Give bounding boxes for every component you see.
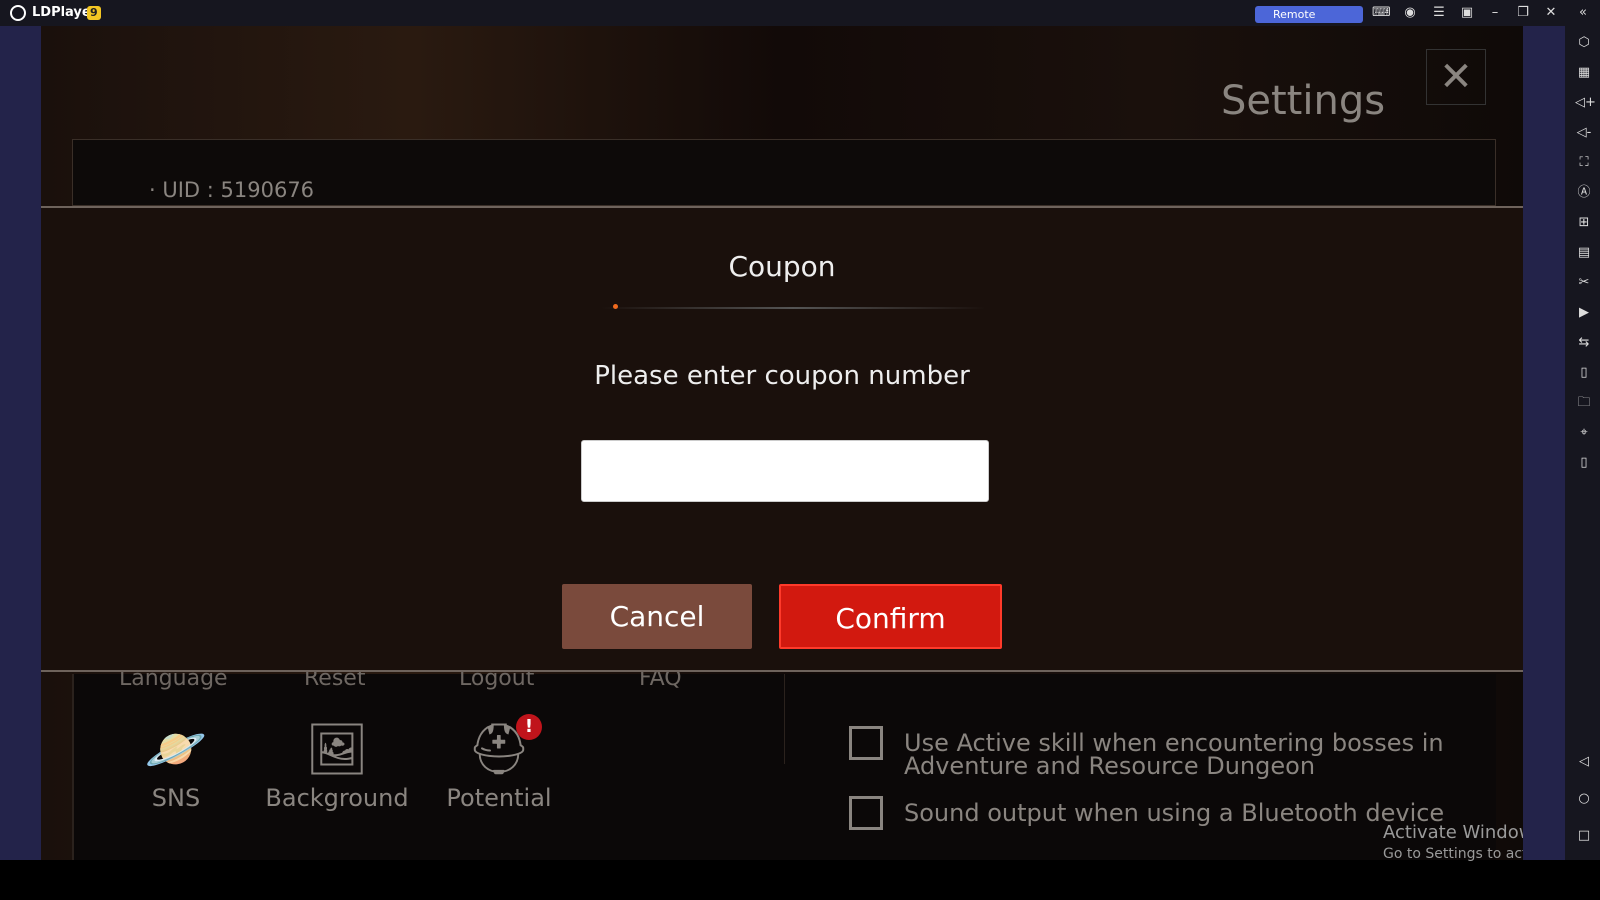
coupon-dialog: Coupon Please enter coupon number Cancel… bbox=[41, 206, 1523, 672]
confirm-button[interactable]: Confirm bbox=[779, 584, 1002, 649]
back-icon[interactable]: ◁ bbox=[1575, 753, 1593, 771]
planet-icon: 🪐 bbox=[144, 720, 208, 778]
potential-button[interactable]: ⛑ Potential! bbox=[419, 714, 579, 812]
divider-accent bbox=[613, 304, 618, 309]
image-icon: 🖼 bbox=[305, 720, 369, 778]
title-divider bbox=[601, 307, 986, 309]
collapse-icon[interactable]: « bbox=[1574, 5, 1592, 20]
add-window-icon[interactable]: ⊞ bbox=[1575, 214, 1593, 232]
emulator-sidebar bbox=[1565, 26, 1600, 860]
spartan-helmet-icon: ⛑ bbox=[467, 720, 531, 778]
right-border bbox=[1523, 26, 1565, 860]
recents-icon[interactable]: □ bbox=[1575, 827, 1593, 845]
location-icon[interactable]: ⌖ bbox=[1575, 424, 1593, 442]
apk-icon[interactable]: ▤ bbox=[1575, 244, 1593, 262]
auto-rotate-icon[interactable]: Ⓐ bbox=[1575, 184, 1593, 202]
home-icon[interactable]: ○ bbox=[1575, 790, 1593, 808]
volume-down-icon[interactable]: ◁- bbox=[1575, 124, 1593, 142]
shake-icon[interactable]: ▯ bbox=[1575, 364, 1593, 382]
bluetooth-sound-label: Sound output when using a Bluetooth devi… bbox=[904, 799, 1445, 827]
settings-close-button[interactable]: ✕ bbox=[1426, 49, 1486, 105]
scissors-icon[interactable]: ✂ bbox=[1575, 274, 1593, 292]
alert-badge: ! bbox=[516, 714, 542, 740]
coupon-input[interactable] bbox=[581, 440, 989, 502]
screen-icon[interactable]: ▣ bbox=[1458, 5, 1476, 20]
game-screen: Settings ✕ · UID : 5190676 Language Rese… bbox=[41, 26, 1523, 860]
activate-windows-title: Activate Windows bbox=[1383, 822, 1523, 843]
sync-icon[interactable]: ⇆ bbox=[1575, 334, 1593, 352]
dialog-prompt: Please enter coupon number bbox=[594, 361, 970, 391]
cancel-button[interactable]: Cancel bbox=[562, 584, 752, 649]
left-border bbox=[0, 26, 41, 860]
fullscreen-icon[interactable]: ⛶ bbox=[1575, 154, 1593, 172]
bluetooth-sound-checkbox[interactable] bbox=[849, 796, 883, 830]
sns-label: SNS bbox=[151, 784, 201, 812]
active-skill-label: Use Active skill when encountering bosse… bbox=[904, 729, 1444, 780]
restore-icon[interactable]: ❐ bbox=[1514, 5, 1532, 20]
settings-title: Settings bbox=[1221, 78, 1386, 124]
remote-ldplayer-button[interactable]: Remote LDPlayer bbox=[1255, 6, 1363, 38]
uid-label: · UID : 5190676 bbox=[149, 178, 315, 202]
background-button[interactable]: 🖼 Background bbox=[257, 714, 417, 812]
rotate-icon[interactable]: ▯ bbox=[1575, 454, 1593, 472]
minimize-icon[interactable]: – bbox=[1486, 5, 1504, 20]
activate-windows-subtitle: Go to Settings to activate Windows. bbox=[1383, 846, 1523, 862]
potential-label: Potential bbox=[446, 784, 552, 812]
title-bar: LDPlayer 9 Remote LDPlayer ⌨ ◉ ☰ ▣ – ❐ ✕… bbox=[0, 0, 1600, 38]
keyboard-icon[interactable]: ▦ bbox=[1575, 64, 1593, 82]
panel-separator bbox=[784, 674, 785, 764]
menu-icon[interactable]: ☰ bbox=[1430, 5, 1448, 20]
account-icon[interactable]: ◉ bbox=[1401, 5, 1419, 20]
close-icon[interactable]: ✕ bbox=[1542, 5, 1560, 20]
background-label: Background bbox=[265, 784, 409, 812]
record-icon[interactable]: ▶ bbox=[1575, 304, 1593, 322]
active-skill-checkbox[interactable] bbox=[849, 726, 883, 760]
folder-icon[interactable]: 🗀 bbox=[1575, 394, 1593, 412]
settings-bottom-panel: Language Reset Logout FAQ 🪐 SNS 🖼 Backgrou… bbox=[72, 666, 1496, 860]
volume-up-icon[interactable]: ◁+ bbox=[1575, 94, 1596, 112]
gamepad-icon[interactable]: ⌨ bbox=[1372, 5, 1391, 20]
version-badge: 9 bbox=[87, 6, 101, 20]
sns-button[interactable]: 🪐 SNS bbox=[96, 714, 256, 812]
dialog-title: Coupon bbox=[728, 250, 836, 283]
ldplayer-logo-icon bbox=[10, 5, 26, 21]
settings-icon[interactable]: ⬡ bbox=[1575, 34, 1593, 52]
